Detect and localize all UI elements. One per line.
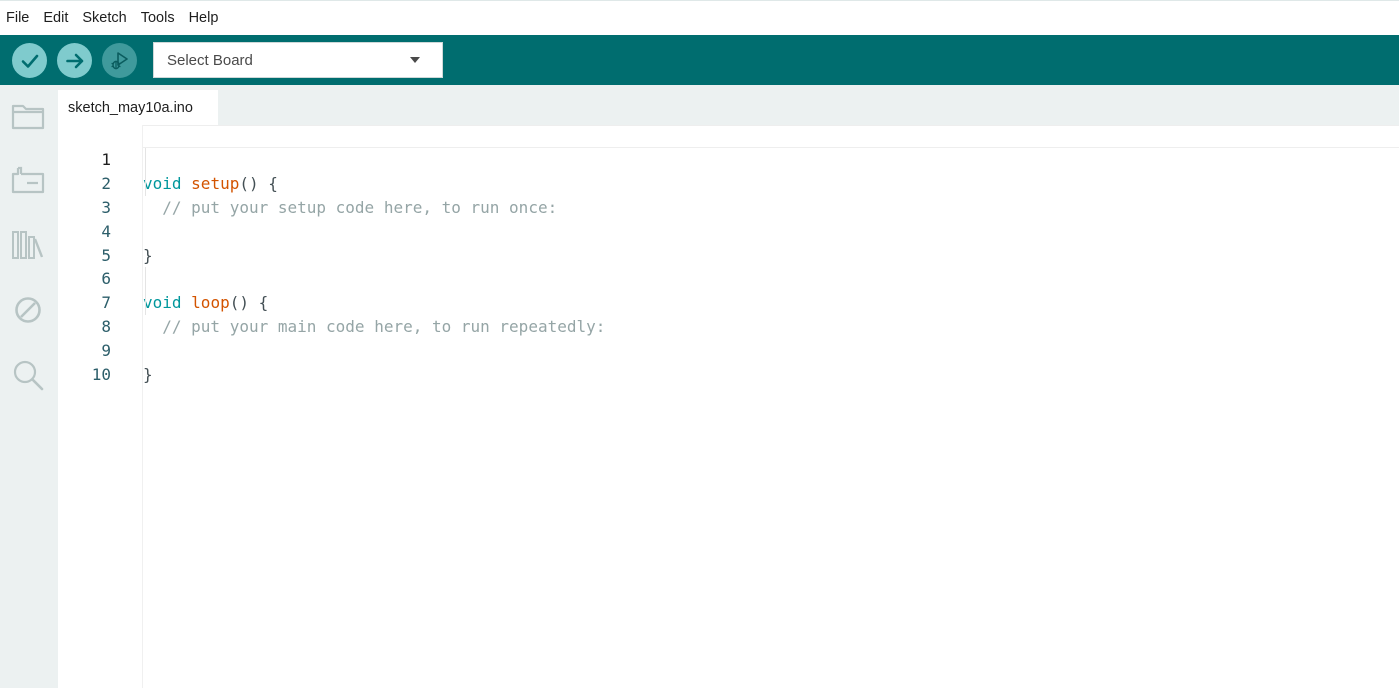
debug-button[interactable] — [102, 43, 137, 78]
code-line: 5 — [58, 220, 1399, 265]
upload-button[interactable] — [57, 43, 92, 78]
line-number: 10 — [91, 365, 111, 384]
check-icon — [21, 54, 38, 68]
code-line: 10 — [58, 339, 1399, 384]
code-line: 7 // put your main code here, to run rep… — [58, 267, 1399, 336]
search-icon — [13, 360, 44, 391]
arrow-right-icon — [65, 53, 83, 68]
code-line: 1 void setup() { — [58, 124, 1399, 193]
code-line: 6 void loop() { — [58, 243, 1399, 312]
code-line: 8 — [58, 291, 1399, 336]
toolbar: Select Board — [0, 35, 1399, 85]
sidebar-item-debug[interactable] — [10, 292, 46, 328]
library-icon — [12, 231, 44, 259]
code-line: 2 // put your setup code here, to run on… — [58, 148, 1399, 217]
menu-file[interactable]: File — [0, 10, 36, 26]
menu-bar: File Edit Sketch Tools Help — [0, 0, 1399, 35]
code-editor[interactable]: 1 void setup() { 2 // put your setup cod… — [58, 125, 1399, 688]
sidebar-item-library-manager[interactable] — [10, 227, 46, 263]
code-line: 4 } — [58, 196, 1399, 265]
sidebar-item-sketchbook[interactable] — [10, 98, 46, 134]
indent-guide — [145, 267, 146, 315]
menu-help[interactable]: Help — [182, 10, 226, 26]
board-select-label: Select Board — [167, 51, 253, 69]
debug-icon — [111, 51, 128, 69]
tab-sketch-may10a[interactable]: sketch_may10a.ino — [58, 90, 218, 125]
sidebar — [0, 85, 58, 688]
chevron-down-icon — [410, 57, 420, 63]
code-line: 3 — [58, 172, 1399, 217]
menu-tools[interactable]: Tools — [134, 10, 182, 26]
folder-icon — [11, 104, 45, 130]
indent-guide — [145, 148, 146, 196]
menu-sketch[interactable]: Sketch — [75, 10, 133, 26]
no-debug-icon — [15, 297, 41, 323]
code-line: 9 } — [58, 315, 1399, 384]
code-punct: } — [143, 365, 153, 384]
verify-button[interactable] — [12, 43, 47, 78]
editor-area: sketch_may10a.ino 1 void setup() { 2 // … — [58, 85, 1399, 688]
board-icon — [11, 166, 45, 194]
sidebar-item-search[interactable] — [10, 357, 46, 393]
board-select[interactable]: Select Board — [153, 42, 443, 78]
menu-edit[interactable]: Edit — [36, 10, 75, 26]
sidebar-item-boards-manager[interactable] — [10, 162, 46, 198]
tab-strip: sketch_may10a.ino — [58, 85, 1399, 125]
